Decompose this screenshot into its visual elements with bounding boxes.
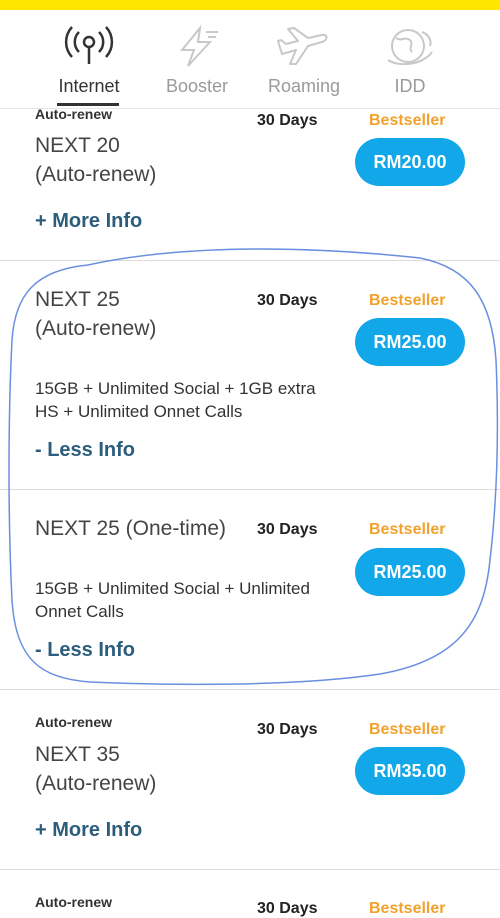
category-tabs: Internet Booster Roaming IDD xyxy=(0,10,500,109)
divider xyxy=(0,689,500,690)
bestseller-badge: Bestseller xyxy=(369,521,446,538)
plan-description-line: HS + Unlimited Onnet Calls xyxy=(35,402,243,421)
divider xyxy=(0,260,500,261)
plan-name-line: NEXT 25 (One-time) xyxy=(35,517,226,540)
buy-price-button[interactable]: RM35.00 xyxy=(355,747,465,795)
tab-internet[interactable]: Internet xyxy=(29,10,149,108)
tab-label: Roaming xyxy=(267,76,341,96)
globe-phone-icon xyxy=(387,29,433,66)
divider xyxy=(0,489,500,490)
plan-name-line: (Auto-renew) xyxy=(35,772,157,795)
auto-renew-tag: Auto-renew xyxy=(35,714,112,730)
plan-name-line: NEXT 25 xyxy=(35,288,120,311)
buy-price-button[interactable]: RM25.00 xyxy=(355,548,465,596)
tab-label: Booster xyxy=(165,76,229,96)
plan-name: NEXT 20 (Auto-renew) xyxy=(35,131,156,189)
plan-name-line: NEXT 35 xyxy=(35,743,120,766)
tab-label: Internet xyxy=(58,76,120,96)
plan-validity: 30 Days xyxy=(257,721,318,738)
bestseller-badge: Bestseller xyxy=(369,721,446,738)
plan-description: 15GB + Unlimited Social + 1GB extra HS +… xyxy=(35,377,335,423)
bestseller-badge: Bestseller xyxy=(369,292,446,309)
less-info-link[interactable]: - Less Info xyxy=(35,439,135,462)
tab-roaming[interactable]: Roaming xyxy=(244,10,364,108)
bestseller-badge: Bestseller xyxy=(369,112,446,129)
lightning-icon xyxy=(179,24,218,67)
tab-booster[interactable]: Booster xyxy=(137,10,257,108)
plan-name-line: NEXT 20 xyxy=(35,134,120,157)
top-accent-bar xyxy=(0,0,500,10)
plan-validity: 30 Days xyxy=(257,521,318,538)
plan-validity: 30 Days xyxy=(257,112,318,129)
less-info-link[interactable]: - Less Info xyxy=(35,639,135,662)
plan-name-line: (Auto-renew) xyxy=(35,317,157,340)
auto-renew-tag: Auto-renew xyxy=(35,106,112,122)
more-info-link[interactable]: + More Info xyxy=(35,210,142,233)
auto-renew-tag: Auto-renew xyxy=(35,894,112,910)
airplane-icon xyxy=(277,27,328,65)
plan-validity: 30 Days xyxy=(257,900,318,917)
tab-idd[interactable]: IDD xyxy=(350,10,470,108)
plan-name: NEXT 35 (Auto-renew) xyxy=(35,740,156,798)
plan-description: 15GB + Unlimited Social + Unlimited Onne… xyxy=(35,577,335,623)
signal-icon xyxy=(64,26,114,64)
buy-price-button[interactable]: RM25.00 xyxy=(355,318,465,366)
bestseller-badge: Bestseller xyxy=(369,900,446,917)
plan-description-line: 15GB + Unlimited Social + 1GB extra xyxy=(35,379,316,398)
plan-name: NEXT 25 (One-time) xyxy=(35,514,226,543)
buy-price-button[interactable]: RM20.00 xyxy=(355,138,465,186)
plan-name-line: (Auto-renew) xyxy=(35,163,157,186)
plan-description-line: 15GB + Unlimited Social + Unlimited xyxy=(35,579,310,598)
tab-label: IDD xyxy=(394,76,426,96)
more-info-link[interactable]: + More Info xyxy=(35,819,142,842)
plan-description-line: Onnet Calls xyxy=(35,602,124,621)
plan-validity: 30 Days xyxy=(257,292,318,309)
divider xyxy=(0,869,500,870)
plan-name: NEXT 25 (Auto-renew) xyxy=(35,285,156,343)
